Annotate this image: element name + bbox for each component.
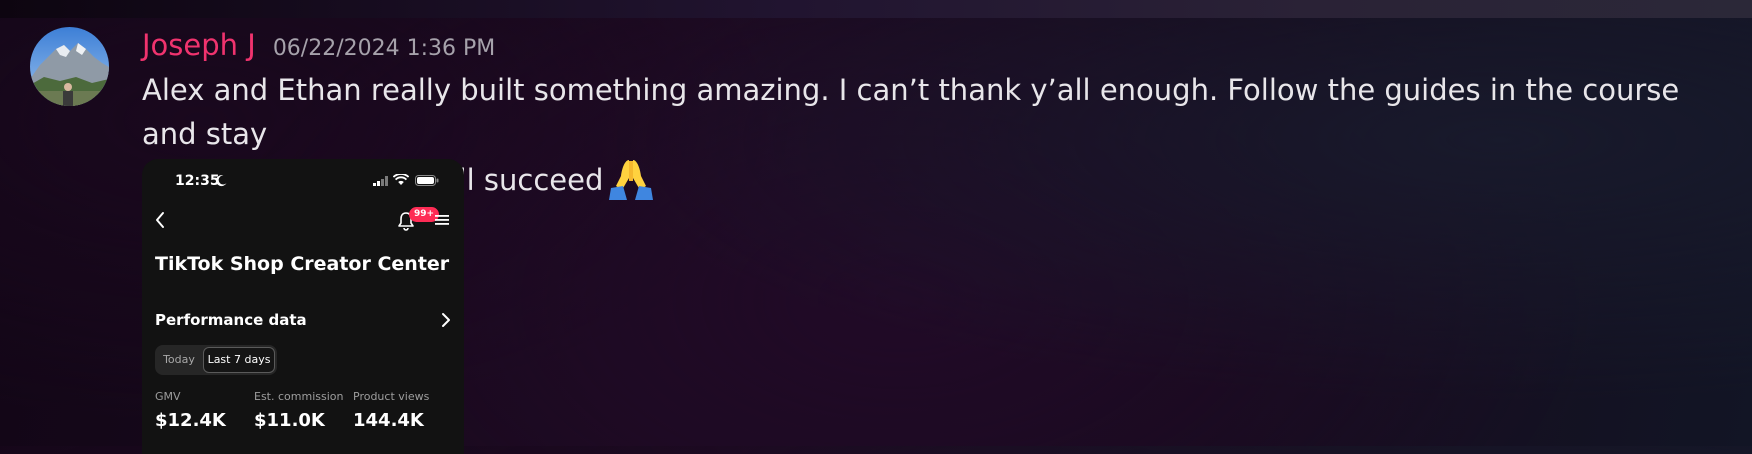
- notifications-button[interactable]: 99+: [394, 207, 440, 239]
- attachment-image[interactable]: 12:35 99+ TikTok Shop Creator Center Per…: [142, 159, 464, 454]
- chevron-right-icon[interactable]: [441, 312, 451, 328]
- moon-icon: [216, 175, 227, 187]
- metric-value-gmv: $12.4K: [155, 410, 226, 431]
- toggle-today[interactable]: Today: [155, 345, 203, 375]
- top-band: [0, 0, 1752, 18]
- status-time: 12:35: [175, 173, 220, 189]
- section-title[interactable]: Performance data: [155, 311, 307, 329]
- menu-icon[interactable]: [434, 213, 450, 227]
- metric-label-commission: Est. commission: [254, 390, 344, 403]
- date-range-toggle: Today Last 7 days: [155, 345, 277, 375]
- message-text-line-1: Alex and Ethan really built something am…: [142, 73, 1680, 151]
- app-title: TikTok Shop Creator Center: [155, 253, 450, 275]
- wifi-icon: [393, 174, 409, 185]
- avatar[interactable]: [30, 27, 109, 106]
- author-name[interactable]: Joseph J: [142, 28, 256, 62]
- metric-label-gmv: GMV: [155, 390, 181, 403]
- status-bar: 12:35: [142, 159, 464, 195]
- metric-value-product-views: 144.4K: [353, 410, 424, 431]
- battery-icon: [415, 175, 439, 186]
- message-header: Joseph J 06/22/2024 1:36 PM: [142, 28, 495, 64]
- back-icon[interactable]: [154, 211, 166, 229]
- metric-value-commission: $11.0K: [254, 410, 325, 431]
- folded-hands-emoji-icon: [607, 156, 655, 200]
- signal-icon: [373, 176, 388, 186]
- message-timestamp: 06/22/2024 1:36 PM: [272, 36, 496, 61]
- metric-label-product-views: Product views: [353, 390, 430, 403]
- toggle-last-7-days[interactable]: Last 7 days: [203, 347, 275, 373]
